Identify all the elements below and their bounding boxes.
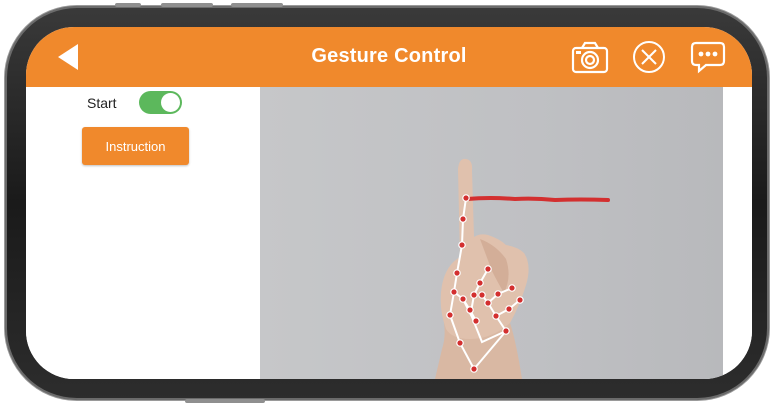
hand-tracking-overlay: [435, 158, 610, 379]
landmark-point: [456, 339, 464, 347]
landmark-point: [492, 312, 500, 320]
start-toggle[interactable]: [139, 91, 182, 114]
chat-bubble-icon: [690, 41, 726, 74]
power-button: [185, 399, 265, 403]
volume-button: [115, 3, 141, 7]
landmark-point: [476, 279, 484, 287]
right-margin: [723, 87, 752, 379]
phone-screen: Gesture Control Start Instruction: [26, 27, 752, 379]
drawn-stroke: [465, 196, 610, 203]
volume-button: [231, 3, 283, 7]
landmark-point: [470, 365, 478, 373]
landmark-point: [484, 299, 492, 307]
camera-button[interactable]: [571, 40, 609, 74]
landmark-point: [478, 291, 486, 299]
close-button[interactable]: [631, 40, 667, 74]
landmark-point: [472, 317, 480, 325]
close-circle-icon: [633, 41, 665, 73]
landmark-point: [458, 241, 466, 249]
landmark-point: [470, 291, 478, 299]
landmark-point: [466, 306, 474, 314]
instruction-button[interactable]: Instruction: [82, 127, 189, 165]
start-label: Start: [87, 95, 117, 111]
landmark-point: [502, 327, 510, 335]
landmark-point: [462, 194, 470, 202]
landmark-point: [505, 305, 513, 313]
camera-view: [260, 87, 723, 379]
landmark-point: [459, 215, 467, 223]
landmark-point: [446, 311, 454, 319]
landmark-point: [453, 269, 461, 277]
landmark-point: [459, 295, 467, 303]
chat-button[interactable]: [690, 40, 726, 74]
volume-button: [161, 3, 213, 7]
landmark-point: [508, 284, 516, 292]
app-bar: Gesture Control: [26, 27, 752, 87]
landmark-point: [494, 290, 502, 298]
toggle-knob: [161, 93, 180, 112]
camera-icon: [571, 41, 609, 74]
landmark-point: [516, 296, 524, 304]
landmark-point: [450, 288, 458, 296]
landmark-point: [484, 265, 492, 273]
